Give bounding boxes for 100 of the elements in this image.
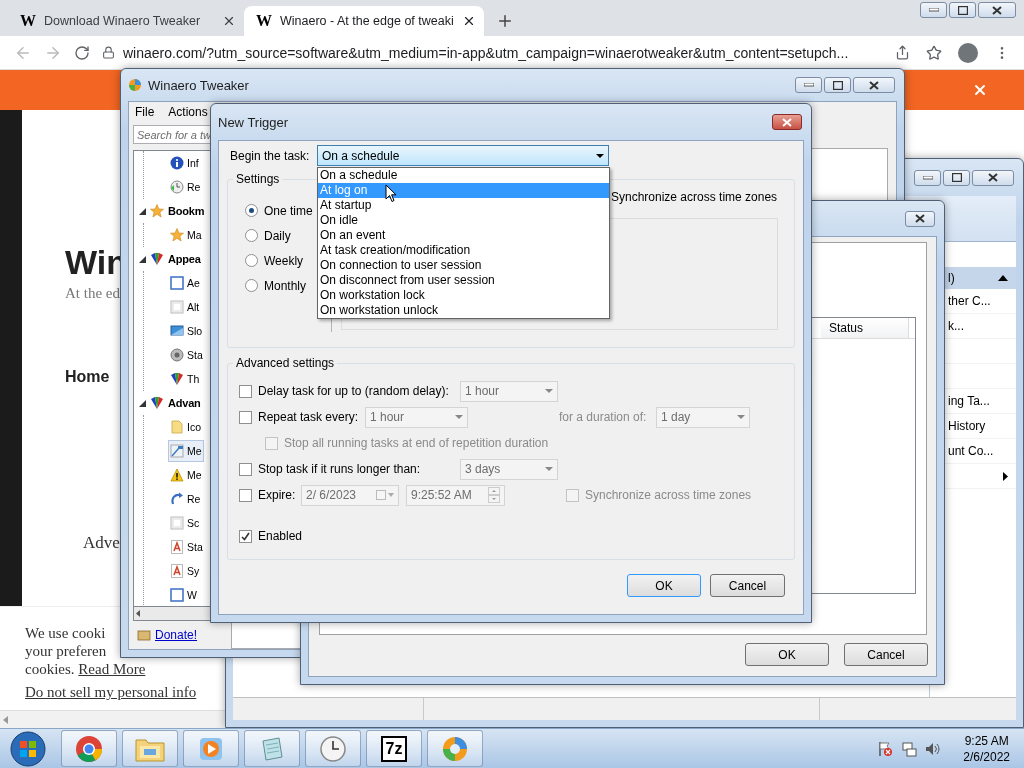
profile-avatar[interactable]	[958, 42, 978, 63]
close-button[interactable]	[853, 77, 895, 93]
read-more-link[interactable]: Read More	[78, 661, 146, 677]
checkbox[interactable]	[239, 410, 252, 424]
tree-item[interactable]: Me	[168, 440, 204, 462]
taskbar-button[interactable]	[122, 730, 178, 767]
dropdown-option[interactable]: At startup	[318, 198, 609, 213]
tree-item[interactable]: Ae	[168, 272, 202, 294]
font-icon	[170, 564, 184, 578]
maximize-button[interactable]	[824, 77, 851, 93]
tree-item[interactable]: Sta	[168, 344, 205, 366]
tree-item[interactable]: Inf	[168, 152, 201, 174]
close-icon	[915, 214, 925, 223]
tree-group-label[interactable]: Appea	[168, 253, 201, 265]
cancel-button[interactable]: Cancel	[844, 643, 928, 666]
browser-tab[interactable]: W Download Winaero Tweaker	[8, 6, 244, 36]
close-button[interactable]	[905, 210, 935, 227]
tree-item[interactable]: Sta	[168, 536, 205, 558]
app-logo-icon	[128, 78, 142, 92]
browser-tab[interactable]: W Winaero - At the edge of tweaki	[244, 6, 484, 36]
expanded-arrow-icon[interactable]	[139, 207, 146, 215]
option-label: Enabled	[258, 529, 303, 543]
checkbox[interactable]	[566, 488, 579, 502]
tree-group-label[interactable]: Bookm	[168, 205, 205, 217]
dropdown-option[interactable]: At task creation/modification	[318, 243, 609, 258]
nav-link[interactable]: Home	[65, 368, 110, 386]
start-button[interactable]	[8, 729, 48, 768]
trigger-dropdown[interactable]: On a schedule	[317, 145, 609, 166]
tree-item[interactable]: Re	[168, 176, 203, 198]
date-picker[interactable]: 2/ 6/2023	[301, 484, 399, 506]
radio-button[interactable]	[245, 279, 258, 292]
window-title: Winaero Tweaker	[148, 77, 249, 93]
menu-item[interactable]: File	[135, 105, 155, 119]
privacy-link[interactable]: Do not sell my personal info	[25, 683, 197, 701]
expanded-arrow-icon[interactable]	[139, 255, 146, 263]
dropdown-option[interactable]: On connection to user session	[318, 258, 609, 273]
taskbar-button[interactable]	[183, 730, 239, 767]
dropdown-option[interactable]: On workstation lock	[318, 288, 609, 303]
collapse-icon[interactable]	[998, 275, 1008, 281]
checkbox[interactable]	[239, 488, 252, 502]
cookie-text: cookies. Read More	[25, 660, 146, 678]
address-field[interactable]: winaero.com/?utm_source=software&utm_medium=in-app&utm_campaign=winaerotweaker&utm_content=setupch...	[123, 44, 849, 61]
checkbox[interactable]	[239, 384, 252, 398]
tree-item[interactable]: Re	[168, 488, 203, 510]
ok-button[interactable]: OK	[627, 574, 701, 597]
taskbar-button[interactable]	[427, 730, 483, 767]
dropdown[interactable]: 3 days	[460, 458, 558, 480]
radio-label: One time	[264, 203, 313, 218]
expanded-arrow-icon[interactable]	[139, 399, 146, 407]
radio-button[interactable]	[245, 254, 258, 267]
checkbox[interactable]	[239, 462, 252, 476]
close-button[interactable]	[772, 114, 802, 130]
option-label: Expire:	[258, 488, 295, 502]
tree-item[interactable]: W	[168, 584, 199, 606]
reload-icon[interactable]	[74, 44, 90, 61]
restore-button[interactable]	[949, 2, 976, 18]
dropdown[interactable]: 1 hour	[460, 380, 558, 402]
time-field[interactable]: 9:25:52 AM	[406, 484, 505, 506]
dropdown-option[interactable]: On an event	[318, 228, 609, 243]
tree-item[interactable]: Me	[168, 464, 204, 486]
flag-icon[interactable]	[877, 740, 894, 757]
close-icon[interactable]	[222, 14, 236, 28]
checkbox[interactable]	[239, 529, 252, 543]
scroll-left-icon[interactable]	[136, 610, 140, 617]
taskbar-button[interactable]	[244, 730, 300, 767]
dropdown[interactable]: 1 hour	[365, 406, 468, 428]
taskbar-button[interactable]	[61, 730, 117, 767]
taskbar-button[interactable]: 7z	[366, 730, 422, 767]
tree-item[interactable]: Alt	[168, 296, 202, 318]
radio-button[interactable]	[245, 204, 258, 217]
dropdown-option[interactable]: On workstation unlock	[318, 303, 609, 318]
menu-item[interactable]: Actions	[168, 105, 208, 119]
option-label: for a duration of:	[559, 410, 648, 424]
cancel-button[interactable]: Cancel	[710, 574, 785, 597]
tree-item[interactable]: Sc	[168, 512, 202, 534]
radio-button[interactable]	[245, 229, 258, 242]
dropdown-option[interactable]: On idle	[318, 213, 609, 228]
spinner-icon	[488, 487, 500, 503]
cursor-icon	[170, 444, 184, 458]
dropdown-option[interactable]: On disconnect from user session	[318, 273, 609, 288]
tree-item[interactable]: Ico	[168, 416, 203, 438]
dropdown[interactable]: 1 day	[656, 406, 750, 428]
network-icon[interactable]	[901, 740, 918, 757]
share-icon[interactable]	[895, 45, 910, 60]
radio-label: Monthly	[264, 278, 307, 293]
column-header[interactable]: Status	[821, 318, 909, 338]
maximize-button[interactable]	[943, 169, 970, 186]
close-button[interactable]	[978, 2, 1016, 18]
close-button[interactable]	[972, 169, 1014, 186]
submenu-arrow-icon[interactable]	[1003, 471, 1008, 481]
ok-button[interactable]: OK	[745, 643, 829, 666]
donate-link[interactable]: Donate!	[155, 628, 198, 642]
dropdown-option[interactable]: On a schedule	[318, 168, 609, 183]
taskbar-button[interactable]	[305, 730, 361, 767]
tree-item[interactable]: Ma	[168, 224, 204, 246]
tree-item[interactable]: Sy	[168, 560, 202, 582]
tree-group-label[interactable]: Advan	[168, 397, 201, 409]
bookmark-star-icon[interactable]	[926, 44, 942, 61]
tree-item[interactable]: Th	[168, 368, 202, 390]
tree-item[interactable]: Slo	[168, 320, 205, 342]
